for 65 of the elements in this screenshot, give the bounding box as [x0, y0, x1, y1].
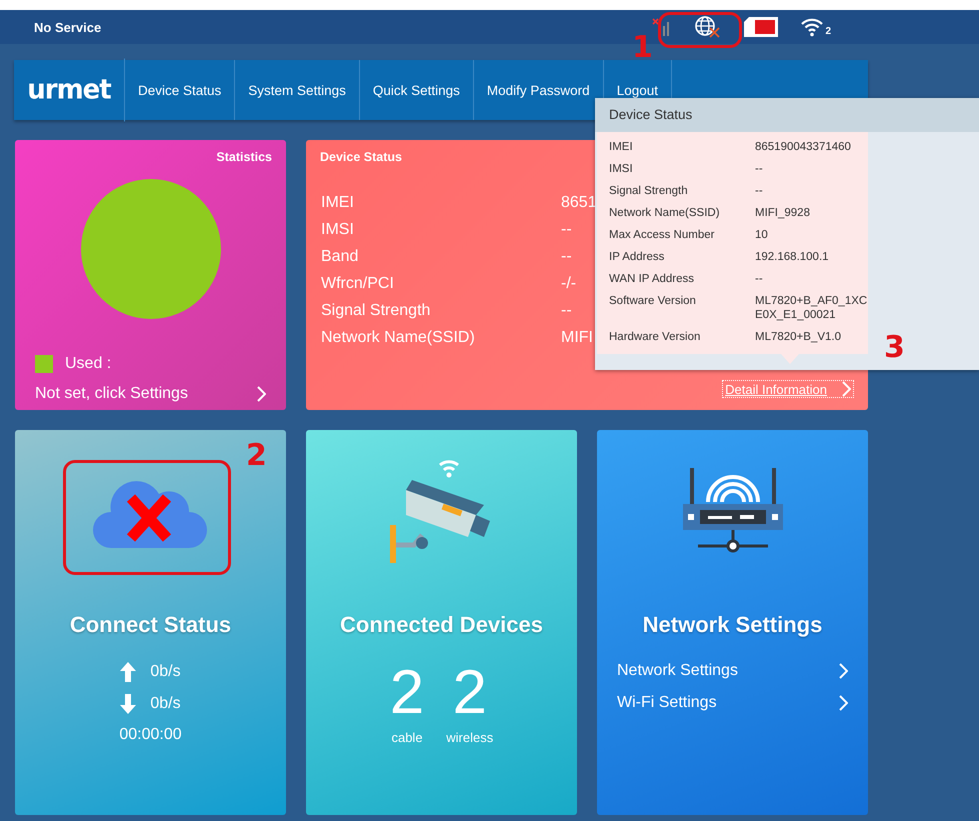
popup-value: ML7820+B_AF0_1XC E0X_E1_00021 — [755, 294, 868, 322]
status-label: IMSI — [321, 221, 354, 239]
status-value: -/- — [561, 275, 576, 293]
legend-swatch — [35, 355, 53, 373]
nav-tab[interactable]: Quick Settings — [360, 60, 474, 120]
card-title: Statistics — [215, 149, 273, 164]
card-title: Device Status — [319, 149, 403, 164]
legend-label: Used : — [65, 355, 112, 373]
popup-value: MIFI_9928 — [755, 206, 811, 220]
popup-label: Software Version — [609, 294, 697, 309]
status-value: -- — [561, 302, 572, 320]
chevron-icon — [838, 663, 848, 679]
popup-label: IP Address — [609, 250, 666, 264]
popup-label: Hardware Version — [609, 330, 702, 344]
chevron-icon — [838, 695, 848, 711]
status-text: No Service — [34, 20, 102, 34]
card-title: Connect Status — [68, 612, 232, 638]
upload-rate: 0b/s — [150, 663, 181, 681]
logo: urmet — [14, 58, 125, 122]
popup-label: WAN IP Address — [609, 272, 696, 286]
chevron-icon — [256, 386, 266, 402]
settings-link[interactable]: Network Settings — [617, 662, 848, 680]
download-rate: 0b/s — [150, 695, 181, 713]
status-label: Band — [321, 248, 358, 266]
status-label: Wfrcn/PCI — [321, 275, 394, 293]
popup-value: -- — [755, 184, 764, 198]
popup-label: Network Name(SSID) — [609, 206, 721, 220]
status-value: 8651 — [561, 194, 597, 212]
status-label: Signal Strength — [321, 302, 430, 320]
settings-link[interactable]: Wi-Fi Settings — [617, 694, 848, 712]
device-count: 2 — [452, 662, 487, 724]
chevron-icon — [841, 381, 851, 397]
popup-value: -- — [755, 162, 764, 176]
status-value: MIFI — [561, 329, 593, 347]
connection-duration: 00:00:00 — [119, 726, 182, 744]
popup-value: ML7820+B_V1.0 — [755, 330, 842, 344]
annotation-number: 3 — [884, 330, 905, 365]
popup-label: Signal Strength — [609, 184, 689, 198]
globe-off-icon — [694, 15, 722, 39]
popup-value: 10 — [755, 228, 769, 242]
upload-arrow-icon — [120, 662, 136, 682]
popup-label: IMEI — [609, 140, 634, 154]
wifi-icon — [800, 17, 824, 37]
wifi-client-count: 2 — [825, 26, 831, 37]
status-value: -- — [561, 248, 572, 266]
annotation-number: 2 — [246, 438, 267, 473]
sim-card-icon — [744, 17, 778, 37]
nav-tab[interactable]: Device Status — [125, 60, 236, 120]
popup-label: IMSI — [609, 162, 634, 176]
settings-link[interactable]: Not set, click Settings — [35, 385, 266, 403]
popup-value: -- — [755, 272, 764, 286]
status-label: IMEI — [321, 194, 354, 212]
popup-label: Max Access Number — [609, 228, 716, 242]
device-count: 2 — [390, 662, 424, 724]
nav-tab[interactable]: System Settings — [235, 60, 360, 120]
count-label: wireless — [446, 730, 494, 745]
card-title: Network Settings — [642, 612, 824, 638]
count-label: cable — [391, 730, 423, 745]
status-value: -- — [561, 221, 572, 239]
status-label: Network Name(SSID) — [321, 329, 475, 347]
card-title: Connected Devices — [339, 612, 544, 638]
popup-value: 192.168.100.1 — [755, 250, 830, 264]
download-arrow-icon — [120, 694, 136, 714]
popup-value: 865190043371460 — [755, 140, 852, 154]
popup-title: Device Status — [595, 98, 979, 132]
